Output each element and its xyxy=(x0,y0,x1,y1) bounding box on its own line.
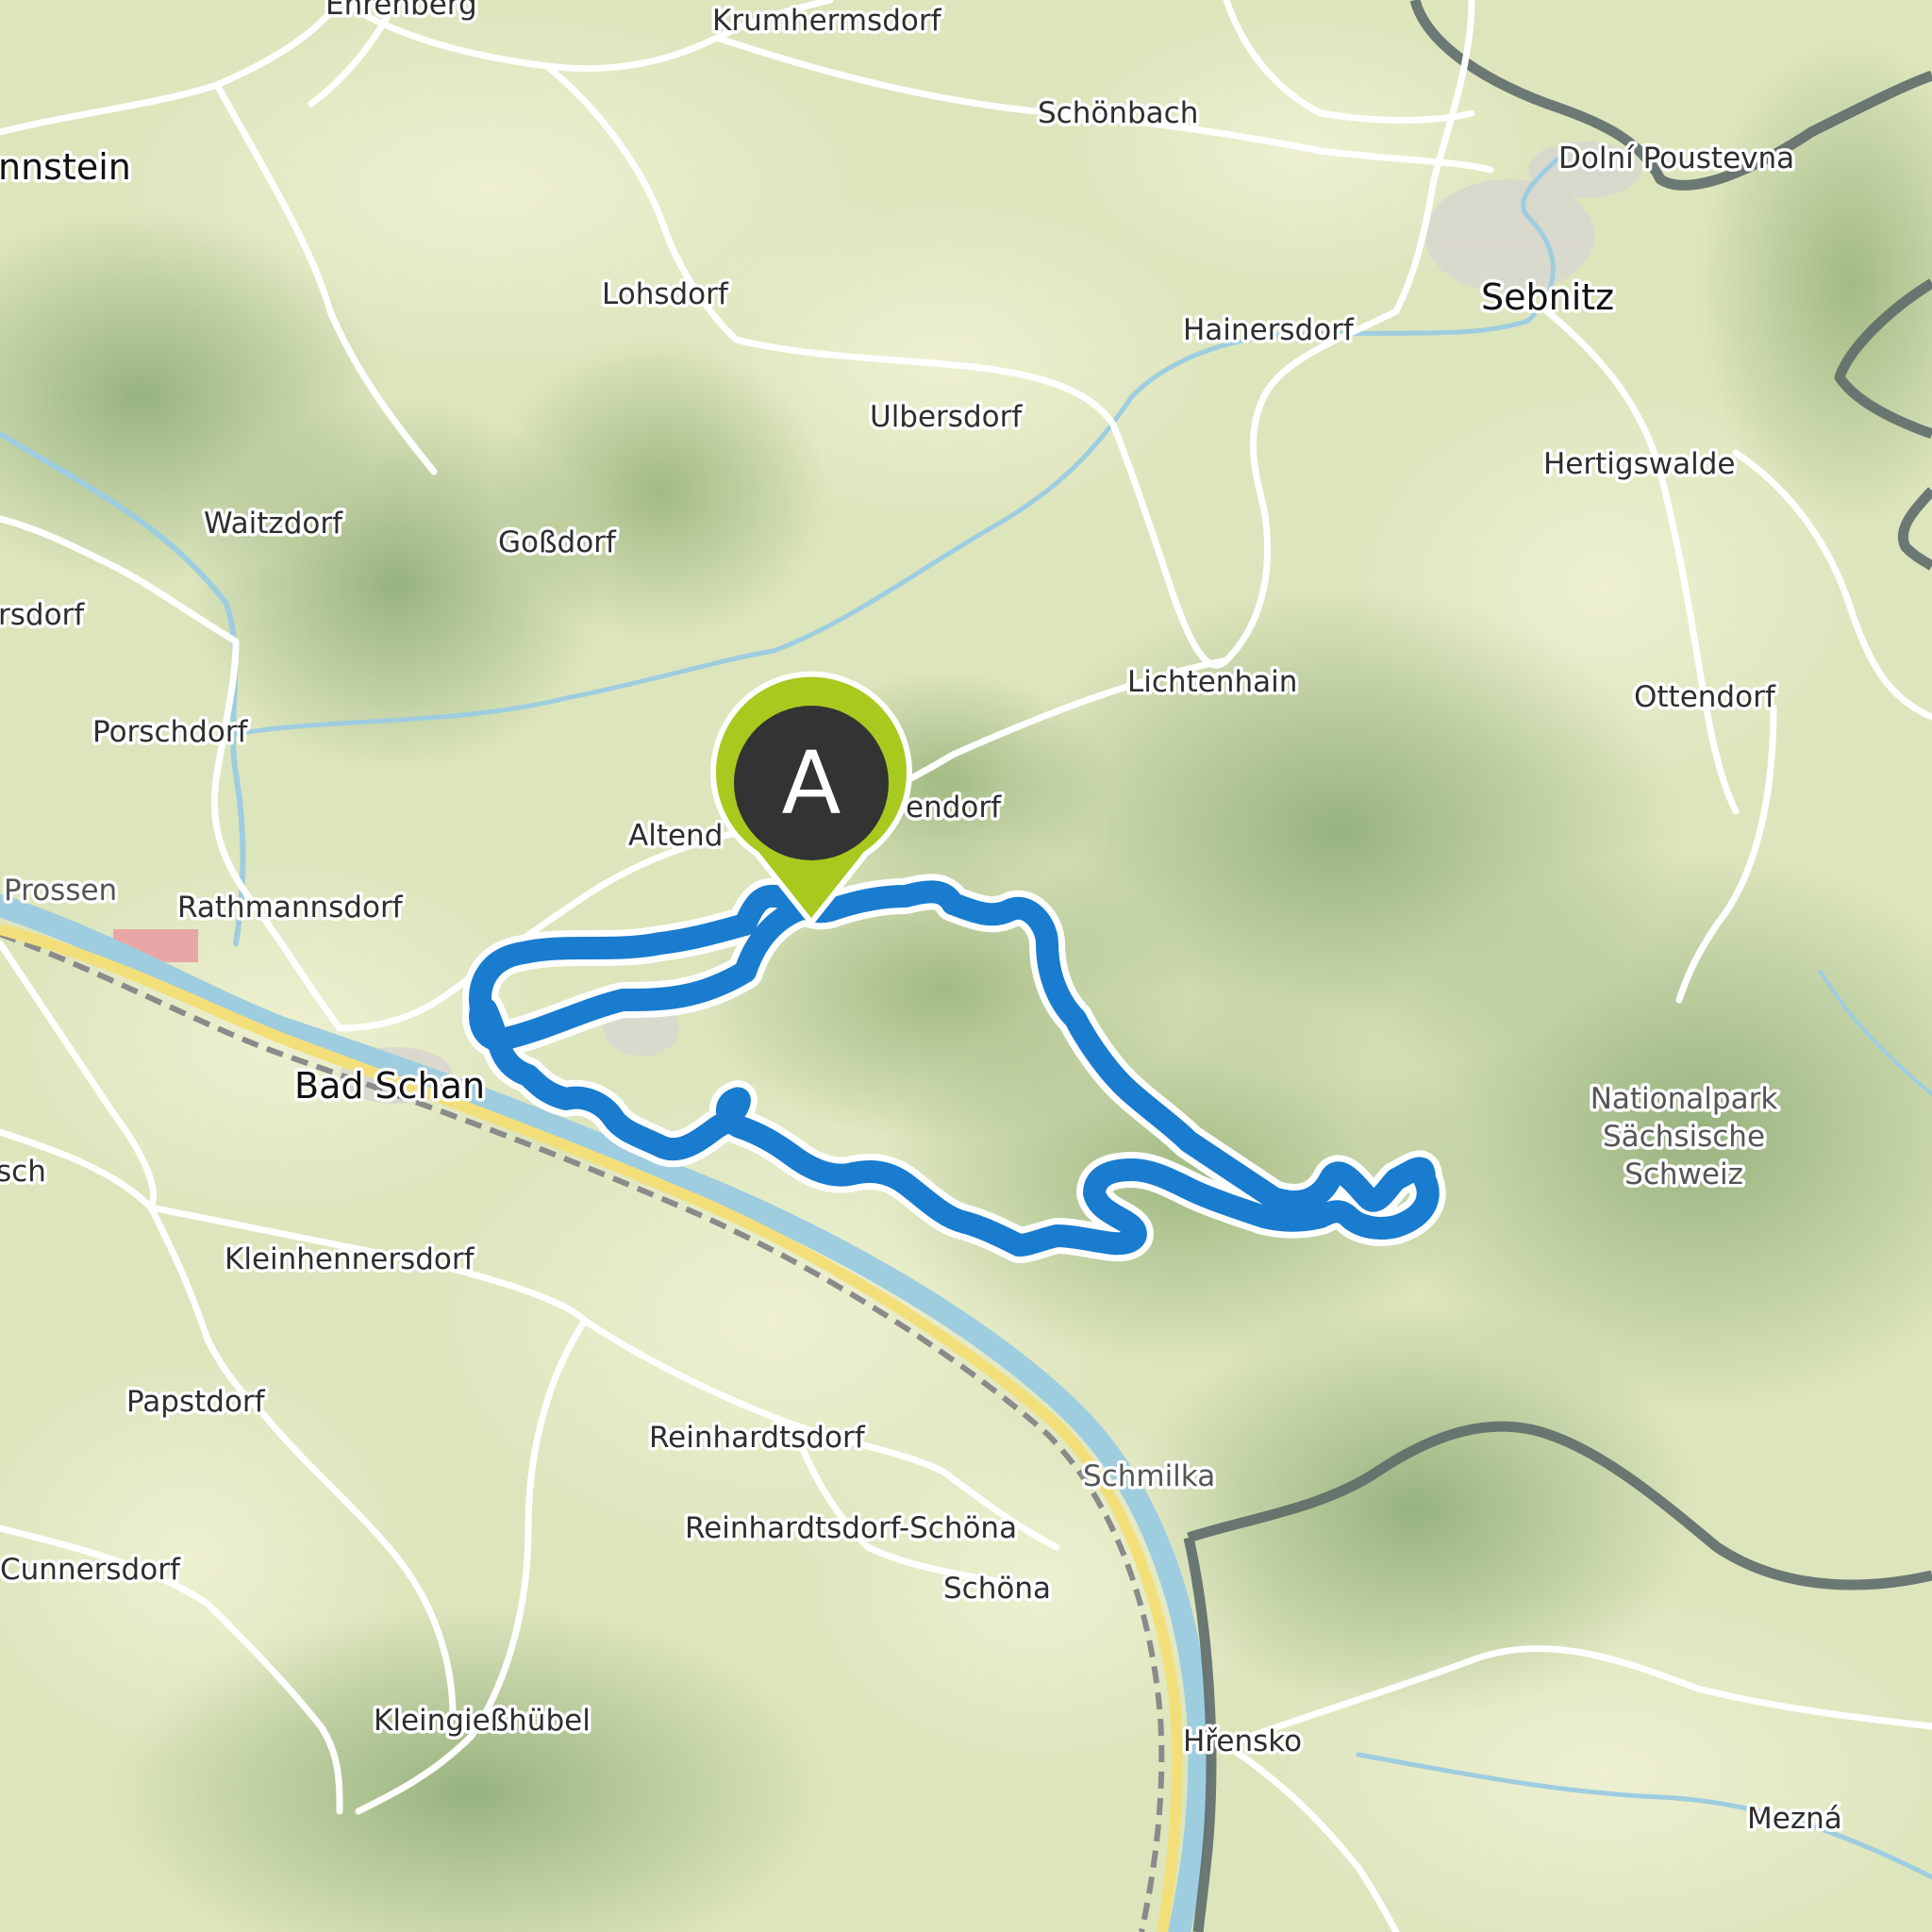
place-label-reinhardtsdorf-schona: Reinhardtsdorf-Schöna xyxy=(685,1511,1017,1545)
place-label-hertigswalde: Hertigswalde xyxy=(1543,447,1735,481)
place-label-papstdorf: Papstdorf xyxy=(126,1385,266,1419)
map-canvas[interactable]: Ehrenberg Krumhermsdorf Schönbach Dolní … xyxy=(0,0,1932,1932)
place-label-sebnitz: Sebnitz xyxy=(1481,276,1614,318)
place-label-hrensko: Hřensko xyxy=(1183,1724,1302,1758)
place-label-reinhardtsdorf: Reinhardtsdorf xyxy=(649,1421,866,1455)
place-label-altendorf: Altend xyxy=(628,819,723,853)
place-label-waitzdorf: Waitzdorf xyxy=(204,507,343,541)
place-label-gossdorf: Goßdorf xyxy=(498,525,617,559)
place-label-schmilka: Schmilka xyxy=(1083,1459,1215,1493)
place-label-hainersdorf: Hainersdorf xyxy=(1183,313,1355,347)
place-label-lichtenhain: Lichtenhain xyxy=(1127,665,1297,699)
start-marker-label: A xyxy=(782,733,841,834)
place-label-lohsdorf: Lohsdorf xyxy=(602,277,729,311)
place-label-rathmannsdorf: Rathmannsdorf xyxy=(177,891,404,924)
place-label-kleinhennersdorf: Kleinhennersdorf xyxy=(225,1242,475,1276)
place-label-ulbersdorf: Ulbersdorf xyxy=(870,400,1023,434)
place-label-dolni-poustevna: Dolní Poustevna xyxy=(1558,142,1794,175)
place-label-schona: Schöna xyxy=(943,1572,1051,1606)
place-label-schonbach: Schönbach xyxy=(1038,96,1198,130)
place-label-ottendorf: Ottendorf xyxy=(1634,680,1776,714)
place-label-krumhermsdorf: Krumhermsdorf xyxy=(712,4,942,38)
park-label-line-3: Schweiz xyxy=(1624,1158,1743,1191)
place-label-hohnstein: nnstein xyxy=(0,146,131,188)
place-label-bad-schandau: Bad Schan xyxy=(294,1065,485,1107)
place-label-mittelndorf: endorf xyxy=(906,791,1002,824)
place-label-sch: sch xyxy=(0,1155,46,1189)
place-label-ehrenberg: Ehrenberg xyxy=(325,0,477,22)
park-label-line-1: Nationalpark xyxy=(1591,1082,1778,1116)
place-label-prossen: Prossen xyxy=(4,874,117,908)
park-label-line-2: Sächsische xyxy=(1603,1120,1765,1154)
place-label-porschdorf: Porschdorf xyxy=(92,715,249,749)
place-label-kleingiesshubel: Kleingießhübel xyxy=(374,1704,591,1738)
place-label-mezna: Mezná xyxy=(1747,1802,1842,1836)
place-label-cunnersdorf: Cunnersdorf xyxy=(0,1553,181,1587)
place-label-sdorf: rsdorf xyxy=(0,598,85,632)
